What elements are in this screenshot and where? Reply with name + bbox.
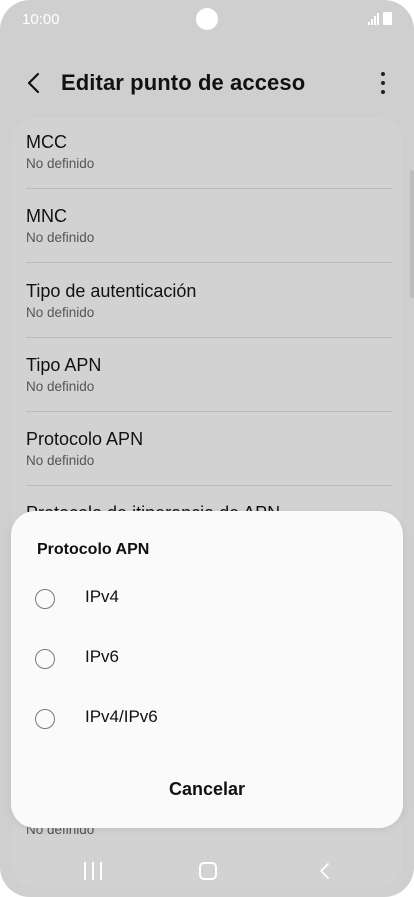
list-item-title: Tipo APN xyxy=(26,355,102,375)
dialog-title: Protocolo APN xyxy=(37,541,150,558)
list-item-subtitle: No definido xyxy=(26,379,95,394)
divider xyxy=(26,485,392,486)
list-item-subtitle: No definido xyxy=(26,453,95,468)
nav-back-icon[interactable] xyxy=(318,862,332,880)
list-item-title: Protocolo APN xyxy=(26,429,144,449)
radio-button[interactable] xyxy=(35,709,55,729)
option-ipv4[interactable]: IPv4 xyxy=(35,577,379,627)
list-item-mcc[interactable]: MCC No definido xyxy=(26,118,392,192)
list-item-apn-type[interactable]: Tipo APN No definido xyxy=(26,341,392,415)
divider xyxy=(26,337,392,338)
divider xyxy=(26,262,392,263)
divider xyxy=(26,411,392,412)
battery-icon xyxy=(383,12,392,25)
back-arrow-icon[interactable] xyxy=(24,70,44,96)
scroll-indicator[interactable] xyxy=(410,170,414,298)
status-time: 10:00 xyxy=(22,11,60,28)
option-label: IPv4 xyxy=(85,587,120,606)
phone-screen: 10:00 Editar punto de acceso MCC No defi… xyxy=(0,0,414,897)
list-item-subtitle: No definido xyxy=(26,156,95,171)
list-item-mnc[interactable]: MNC No definido xyxy=(26,192,392,266)
list-item-title: MNC xyxy=(26,206,67,226)
list-item-apn-protocol[interactable]: Protocolo APN No definido xyxy=(26,415,392,489)
more-vertical-icon[interactable] xyxy=(380,72,386,94)
radio-button[interactable] xyxy=(35,649,55,669)
page-title: Editar punto de acceso xyxy=(61,70,306,95)
status-icons xyxy=(368,12,392,25)
list-item-title: Tipo de autenticación xyxy=(26,281,197,301)
status-bar: 10:00 xyxy=(0,0,414,40)
front-camera xyxy=(196,8,218,30)
option-ipv6[interactable]: IPv6 xyxy=(35,637,379,687)
app-header: Editar punto de acceso xyxy=(0,56,414,110)
divider xyxy=(26,188,392,189)
navigation-bar xyxy=(0,848,414,897)
home-icon[interactable] xyxy=(199,862,217,880)
list-item-subtitle: No definido xyxy=(26,230,95,245)
option-label: IPv4/IPv6 xyxy=(85,707,158,726)
option-label: IPv6 xyxy=(85,647,120,666)
protocol-dialog: Protocolo APN IPv4 IPv6 IPv4/IPv6 Cancel… xyxy=(11,511,403,828)
option-ipv4-ipv6[interactable]: IPv4/IPv6 xyxy=(35,697,379,747)
cancel-button[interactable]: Cancelar xyxy=(131,771,283,807)
list-item-subtitle: No definido xyxy=(26,305,95,320)
list-item-title: MCC xyxy=(26,132,67,152)
list-item-auth-type[interactable]: Tipo de autenticación No definido xyxy=(26,267,392,341)
radio-button[interactable] xyxy=(35,589,55,609)
recents-icon[interactable] xyxy=(84,862,102,880)
signal-icon xyxy=(368,13,379,25)
